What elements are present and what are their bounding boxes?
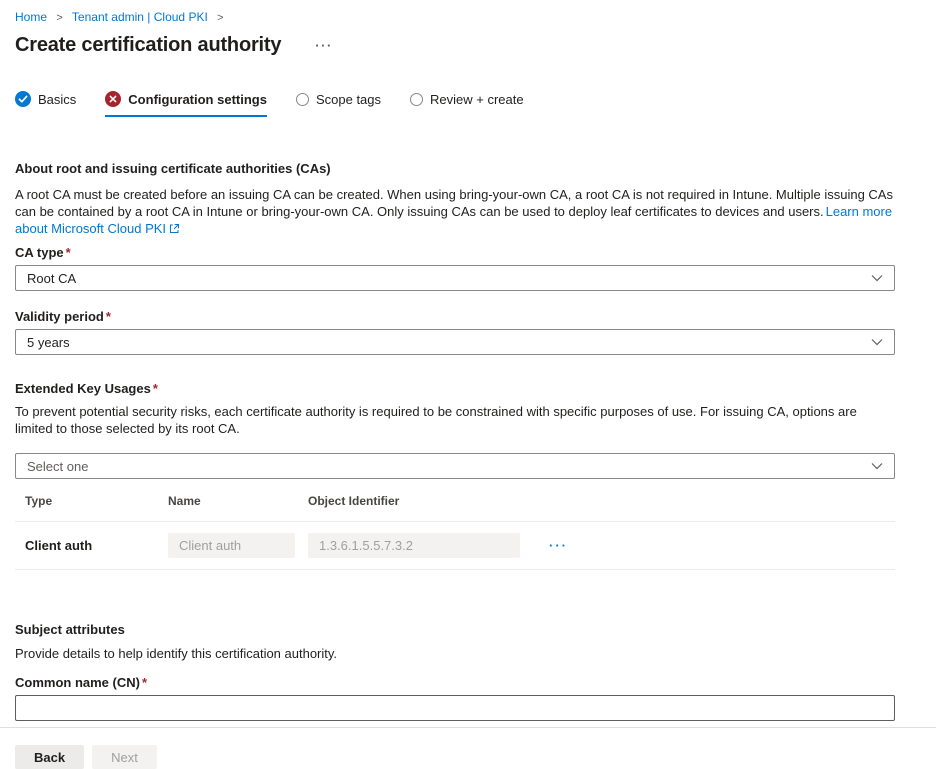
- column-header-oid: Object Identifier: [308, 494, 545, 508]
- eku-type-cell: Client auth: [25, 538, 168, 553]
- eku-description: To prevent potential security risks, eac…: [15, 403, 895, 437]
- external-link-icon: [169, 223, 180, 234]
- tab-label: Configuration settings: [128, 92, 267, 107]
- common-name-label: Common name (CN)*: [15, 675, 895, 690]
- footer: Back Next: [0, 728, 936, 769]
- eku-placeholder: Select one: [27, 459, 88, 474]
- breadcrumb-tenant-admin-cloud-pki[interactable]: Tenant admin | Cloud PKI: [72, 10, 208, 24]
- about-body: A root CA must be created before an issu…: [15, 187, 893, 219]
- eku-table: Type Name Object Identifier Client auth …: [15, 494, 895, 570]
- tab-review-create[interactable]: Review + create: [410, 91, 524, 117]
- validity-period-value: 5 years: [27, 335, 70, 350]
- subject-attributes-heading: Subject attributes: [15, 622, 895, 637]
- radio-circle-icon: [296, 93, 309, 106]
- breadcrumb-separator: >: [217, 12, 223, 24]
- ca-type-value: Root CA: [27, 271, 76, 286]
- validity-period-dropdown[interactable]: 5 years: [15, 329, 895, 355]
- next-button[interactable]: Next: [92, 745, 157, 769]
- common-name-input[interactable]: [15, 695, 895, 721]
- chevron-down-icon: [871, 462, 883, 470]
- create-ca-page: Home > Tenant admin | Cloud PKI > Create…: [0, 0, 936, 721]
- breadcrumb-separator: >: [56, 12, 62, 24]
- more-options-button[interactable]: ···: [311, 41, 337, 51]
- required-asterisk: *: [66, 245, 71, 260]
- check-circle-icon: [15, 91, 31, 107]
- tab-configuration-settings[interactable]: Configuration settings: [105, 91, 267, 117]
- breadcrumb-home[interactable]: Home: [15, 10, 47, 24]
- back-button[interactable]: Back: [15, 745, 84, 769]
- validity-period-label: Validity period*: [15, 309, 895, 324]
- ca-type-label: CA type*: [15, 245, 895, 260]
- subject-attributes-description: Provide details to help identify this ce…: [15, 646, 895, 662]
- eku-dropdown[interactable]: Select one: [15, 453, 895, 479]
- tab-label: Basics: [38, 92, 76, 107]
- page-title: Create certification authority: [15, 34, 281, 57]
- required-asterisk: *: [106, 309, 111, 324]
- tab-label: Scope tags: [316, 92, 381, 107]
- chevron-down-icon: [871, 274, 883, 282]
- tab-scope-tags[interactable]: Scope tags: [296, 91, 381, 117]
- breadcrumb: Home > Tenant admin | Cloud PKI >: [15, 10, 895, 25]
- chevron-down-icon: [871, 338, 883, 346]
- error-circle-icon: [105, 91, 121, 107]
- eku-name-input: [168, 533, 295, 558]
- eku-oid-input: [308, 533, 520, 558]
- required-asterisk: *: [153, 381, 158, 396]
- about-heading: About root and issuing certificate autho…: [15, 161, 895, 176]
- required-asterisk: *: [142, 675, 147, 690]
- tab-label: Review + create: [430, 92, 524, 107]
- radio-circle-icon: [410, 93, 423, 106]
- table-row: Client auth ···: [15, 521, 895, 570]
- column-header-type: Type: [25, 494, 168, 508]
- title-row: Create certification authority ···: [15, 32, 895, 59]
- column-header-name: Name: [168, 494, 308, 508]
- ca-type-dropdown[interactable]: Root CA: [15, 265, 895, 291]
- eku-table-header: Type Name Object Identifier: [15, 494, 895, 521]
- about-text: A root CA must be created before an issu…: [15, 186, 895, 237]
- row-context-menu-button[interactable]: ···: [545, 541, 572, 551]
- tab-basics[interactable]: Basics: [15, 91, 76, 117]
- wizard-steps: Basics Configuration settings Scope tags…: [15, 91, 895, 117]
- eku-label: Extended Key Usages*: [15, 381, 895, 396]
